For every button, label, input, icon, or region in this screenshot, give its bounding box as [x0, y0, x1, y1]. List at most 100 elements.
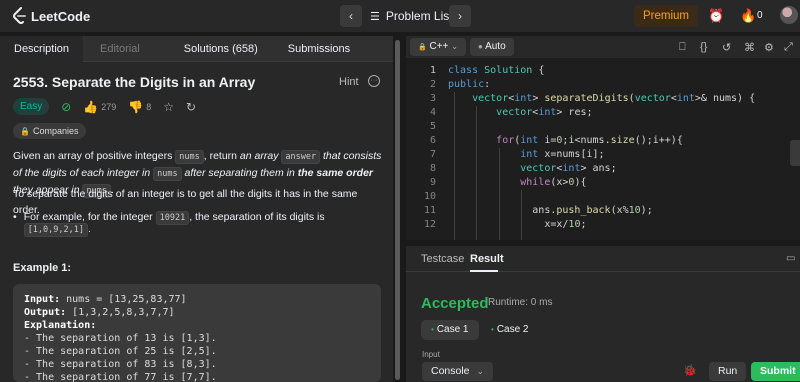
desc-text: Given an array of positive integers: [13, 150, 176, 162]
submit-button[interactable]: Submit: [751, 362, 800, 381]
line-number: 9: [429, 177, 436, 188]
chevron-down-icon: ⌄: [451, 42, 458, 51]
pass-dot-icon: •: [491, 325, 494, 334]
shortcut-icon[interactable]: ⌘: [744, 41, 755, 54]
case-1-tab[interactable]: • Case 1: [421, 320, 479, 340]
action-bar: Console ⌄ 🐞 Run Submit: [406, 360, 800, 382]
line-number: 5: [429, 121, 436, 132]
chevron-right-icon: ›: [458, 9, 462, 23]
fire-icon[interactable]: 🔥: [740, 8, 756, 24]
like-button[interactable]: 👍 279: [83, 100, 116, 114]
input-value: nums = [13,25,83,77]: [60, 294, 187, 305]
brand-logo[interactable]: LeetCode: [12, 7, 90, 25]
case-label: Case 1: [436, 324, 469, 335]
explanation-line: - The separation of 13 is [1,3].: [24, 333, 217, 344]
case-label: Case 2: [496, 324, 529, 335]
console-label: Console: [431, 365, 470, 377]
result-panel: Testcase Result ▭ Accepted Runtime: 0 ms…: [406, 246, 800, 382]
problem-meta: Easy ⊘ 👍 279 👎 8 ☆ ↻: [13, 98, 196, 115]
thumbs-down-icon: 👎: [128, 99, 144, 114]
more-options-icon[interactable]: ···: [368, 75, 380, 87]
explanation-line: - The separation of 77 is [7,7].: [24, 372, 217, 382]
side-panel-handle[interactable]: [790, 140, 800, 166]
active-tab-indicator: [470, 270, 498, 272]
tab-solutions[interactable]: Solutions (658): [154, 36, 272, 62]
star-icon[interactable]: ☆: [163, 100, 174, 114]
braces-icon[interactable]: {}: [700, 41, 707, 53]
inline-code: nums: [175, 150, 204, 164]
bullet-text: For example, for the integer: [23, 211, 156, 223]
thumbs-up-icon: 👍: [83, 99, 99, 114]
code-editor[interactable]: 🔒 C++ ⌄ ● Auto ⎕ {} ↺ ⌘ ⚙ ⤢ 1 class Solut…: [406, 36, 800, 240]
tab-description[interactable]: Description: [0, 35, 84, 62]
dislike-button[interactable]: 👎 8: [128, 100, 151, 114]
run-button[interactable]: Run: [709, 362, 747, 381]
tab-submissions[interactable]: Submissions: [272, 36, 364, 62]
tab-result[interactable]: Result: [470, 253, 504, 265]
result-tabs: Testcase Result ▭: [406, 246, 800, 272]
line-number: 1: [429, 65, 436, 76]
bullet-dot: •: [13, 211, 17, 223]
difficulty-badge: Easy: [13, 98, 50, 115]
desc-text: after separating them in: [181, 167, 298, 179]
next-problem-button[interactable]: ›: [449, 5, 471, 27]
line-number: 6: [429, 135, 436, 146]
reset-icon[interactable]: ↺: [722, 41, 731, 54]
input-section-label: Input: [422, 350, 440, 359]
autocomplete-label: Auto: [485, 41, 506, 52]
editor-toolbar: 🔒 C++ ⌄ ● Auto ⎕ {} ↺ ⌘ ⚙ ⤢: [406, 36, 800, 58]
description-tabs: Description Editorial Solutions (658) Su…: [0, 35, 393, 62]
bullet-text: , the separation of its digits is: [189, 211, 325, 223]
description-scrollbar[interactable]: [395, 40, 400, 380]
desc-bold: the same order: [297, 167, 374, 179]
autocomplete-toggle[interactable]: ● Auto: [470, 38, 514, 56]
language-select[interactable]: 🔒 C++ ⌄: [410, 38, 466, 56]
fullscreen-icon[interactable]: ⤢: [784, 41, 793, 54]
collapse-icon[interactable]: ▭: [786, 253, 795, 264]
output-label: Output:: [24, 307, 67, 318]
desc-text: an array: [239, 150, 282, 162]
inline-code: [1,0,9,2,1]: [23, 223, 88, 237]
debug-icon[interactable]: 🐞: [683, 364, 697, 377]
case-2-tab[interactable]: • Case 2: [481, 320, 539, 340]
share-icon[interactable]: ↻: [186, 100, 196, 114]
console-button[interactable]: Console ⌄: [422, 362, 493, 381]
streak-count: 0: [757, 10, 763, 21]
explanation-line: - The separation of 83 is [8,3].: [24, 359, 217, 370]
inline-code: answer: [281, 150, 321, 164]
premium-button[interactable]: Premium: [634, 5, 699, 27]
line-number: 7: [429, 149, 436, 160]
description-panel: Description Editorial Solutions (658) Su…: [0, 35, 393, 382]
gear-icon[interactable]: ⚙: [764, 41, 774, 54]
pass-dot-icon: •: [431, 325, 434, 334]
companies-label: Companies: [32, 126, 79, 136]
hint-button[interactable]: Hint: [339, 76, 359, 88]
line-number: 3: [429, 93, 436, 104]
prev-problem-button[interactable]: ‹: [340, 5, 362, 27]
alarm-clock-icon[interactable]: ⏰: [708, 8, 724, 24]
problem-list-button[interactable]: ☰ Problem List: [370, 9, 453, 23]
problem-list-label: Problem List: [385, 9, 453, 23]
example-bullet: • For example, for the integer 10921, th…: [13, 211, 393, 237]
bullet-text: .: [87, 223, 91, 235]
tab-editorial[interactable]: Editorial: [83, 36, 154, 62]
like-count: 279: [101, 101, 117, 112]
result-status: Accepted: [421, 295, 489, 312]
line-number: 4: [429, 107, 436, 118]
list-icon: ☰: [370, 10, 380, 23]
explanation-line: - The separation of 25 is [2,5].: [24, 346, 217, 357]
bookmark-icon[interactable]: ⎕: [679, 41, 686, 54]
tab-testcase[interactable]: Testcase: [421, 253, 464, 265]
dislike-count: 8: [146, 101, 152, 112]
chevron-down-icon: ⌄: [476, 366, 484, 376]
lock-small-icon: 🔒: [418, 44, 427, 51]
code-area[interactable]: 1 class Solution { 2 public: 3 vector<int>…: [406, 64, 800, 240]
companies-button[interactable]: 🔒 Companies: [13, 123, 86, 139]
language-label: C++: [429, 41, 449, 52]
solved-check-icon: ⊘: [61, 99, 72, 114]
lock-icon: 🔒: [20, 126, 30, 136]
line-number: 2: [429, 79, 436, 90]
top-nav: LeetCode ‹ ☰ Problem List › Premium ⏰ 🔥 …: [0, 0, 800, 32]
avatar[interactable]: [780, 6, 798, 24]
example-box: Input: nums = [13,25,83,77] Output: [1,3…: [13, 284, 381, 382]
